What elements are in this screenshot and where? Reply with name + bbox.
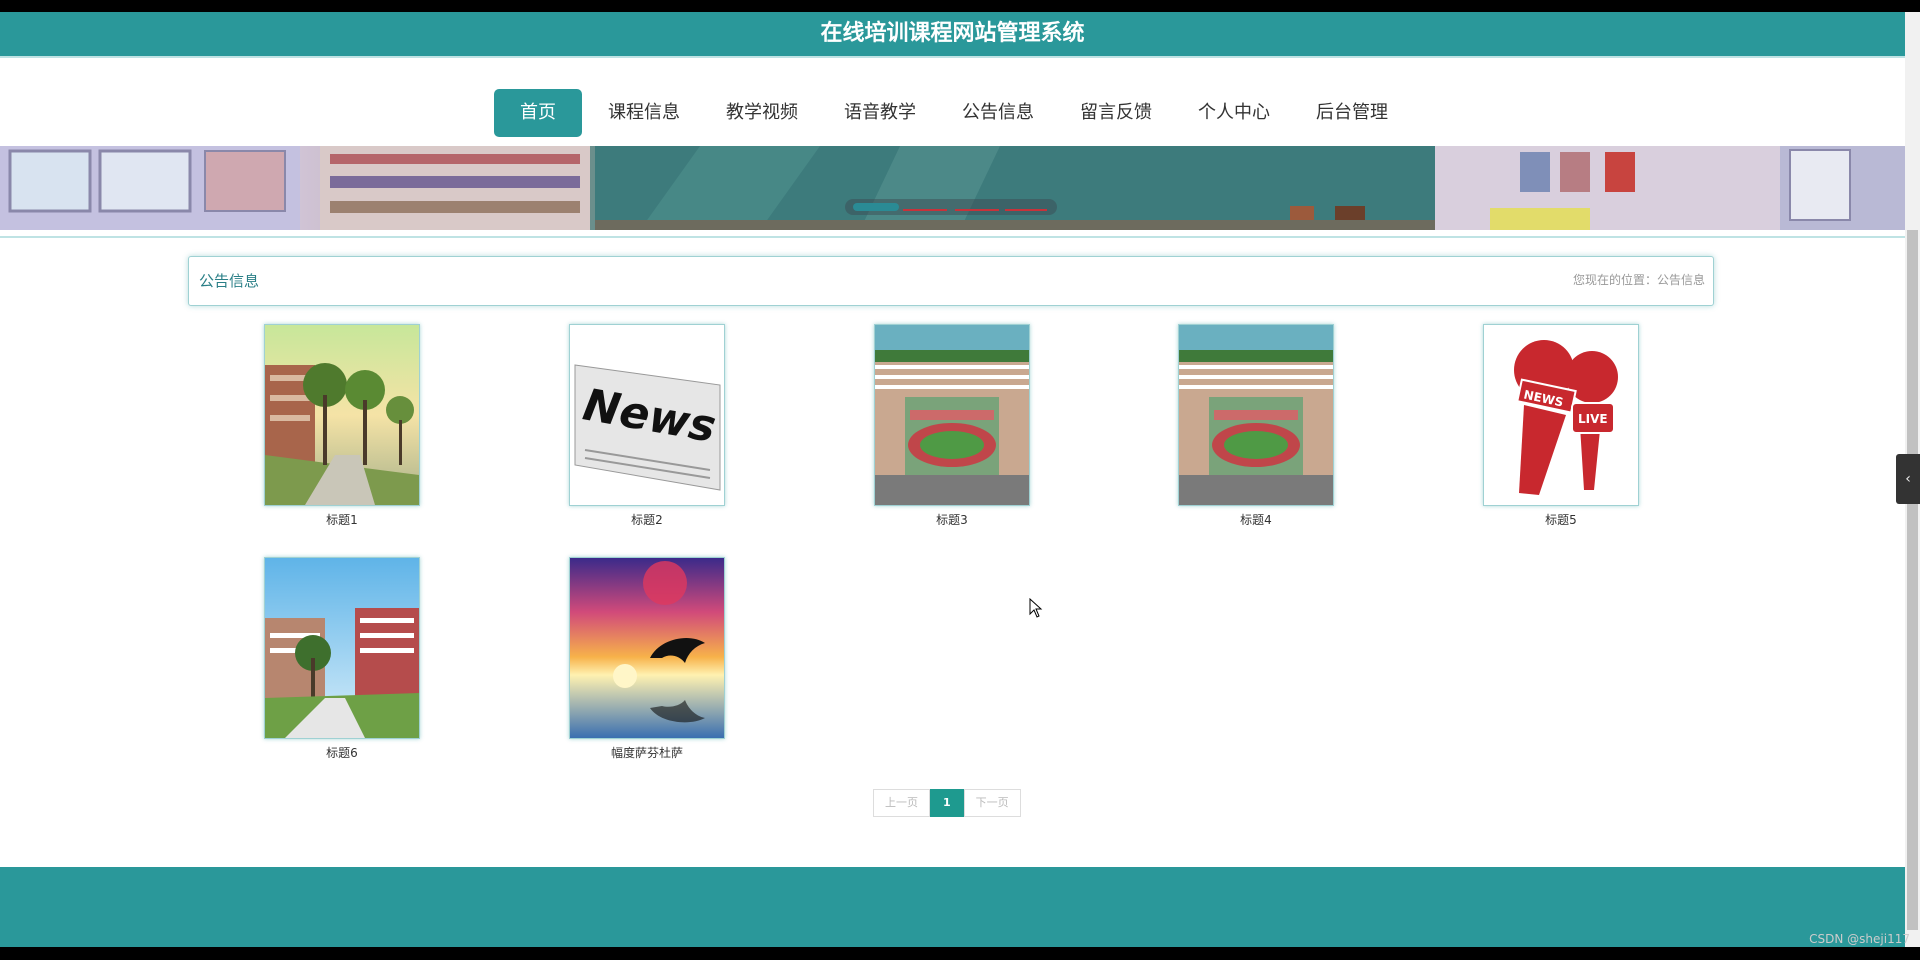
pagination: 上一页 1 下一页 [873,789,1021,817]
banner-carousel[interactable] [0,146,1905,230]
nav-item-audio[interactable]: 语音教学 [821,89,939,137]
newspaper-image: News [570,325,724,505]
nav-item-home[interactable]: 首页 [494,89,582,137]
carousel-dot-2[interactable] [903,209,947,211]
announcement-card[interactable]: 标题4 [1178,324,1334,528]
nav-item-courses[interactable]: 课程信息 [585,89,703,137]
nav-item-admin[interactable]: 后台管理 [1293,89,1411,137]
campus-aerial-image [875,325,1029,505]
current-page-button[interactable]: 1 [930,789,964,817]
park-trees-image [265,325,419,505]
section-header: 公告信息 您现在的位置：公告信息 [188,256,1714,306]
announcement-card[interactable]: 标题3 [874,324,1030,528]
taskbar-strip [0,947,1920,960]
carousel-indicators [845,199,1057,215]
nav-item-profile[interactable]: 个人中心 [1175,89,1293,137]
card-caption[interactable]: 标题4 [1178,511,1334,528]
svg-text:LIVE: LIVE [1578,412,1608,426]
card-thumbnail[interactable] [1178,324,1334,506]
carousel-dot-1[interactable] [853,203,899,211]
page-viewport: 在线培训课程网站管理系统 首页 课程信息 教学视频 语音教学 公告信息 留言反馈… [0,12,1905,947]
carousel-dot-4[interactable] [1005,209,1047,211]
card-thumbnail[interactable] [264,557,420,739]
watermark: CSDN @sheji117 [1809,932,1910,946]
breadcrumb: 您现在的位置：公告信息 [1572,273,1705,287]
announcement-card[interactable]: 幅度萨芬杜萨 [569,557,725,761]
campus-aerial-image [1179,325,1333,505]
card-thumbnail[interactable] [874,324,1030,506]
card-thumbnail[interactable]: NEWS LIVE [1483,324,1639,506]
card-caption[interactable]: 标题2 [569,511,725,528]
section-title: 公告信息 [199,272,260,290]
announcement-card[interactable]: NEWS LIVE 标题5 [1483,324,1639,528]
nav-item-announcements[interactable]: 公告信息 [939,89,1057,137]
nav-item-feedback[interactable]: 留言反馈 [1057,89,1175,137]
site-header: 在线培训课程网站管理系统 [0,12,1905,58]
nav-item-videos[interactable]: 教学视频 [703,89,821,137]
site-title: 在线培训课程网站管理系统 [820,21,1085,46]
card-thumbnail[interactable]: News [569,324,725,506]
card-caption[interactable]: 幅度萨芬杜萨 [569,744,725,761]
card-thumbnail[interactable] [264,324,420,506]
card-caption[interactable]: 标题6 [264,744,420,761]
banner-image [0,146,1905,230]
dolphin-sunset-image [570,558,724,738]
card-thumbnail[interactable] [569,557,725,739]
mouse-cursor-icon [1029,598,1043,618]
campus-buildings-image [265,558,419,738]
card-caption[interactable]: 标题3 [874,511,1030,528]
carousel-dot-3[interactable] [955,209,999,211]
announcement-card[interactable]: 标题6 [264,557,420,761]
main-nav: 首页 课程信息 教学视频 语音教学 公告信息 留言反馈 个人中心 后台管理 [0,58,1905,158]
nav-list: 首页 课程信息 教学视频 语音教学 公告信息 留言反馈 个人中心 后台管理 [494,89,1411,137]
banner-divider [0,236,1905,238]
card-caption[interactable]: 标题5 [1483,511,1639,528]
card-caption[interactable]: 标题1 [264,511,420,528]
announcement-card[interactable]: 标题1 [264,324,420,528]
chevron-left-icon[interactable]: ‹ [1896,454,1920,504]
next-page-button[interactable]: 下一页 [963,789,1021,817]
announcement-card[interactable]: News 标题2 [569,324,725,528]
scrollbar-thumb[interactable] [1907,230,1918,930]
live-microphone-image: NEWS LIVE [1484,325,1638,505]
site-footer [0,867,1905,947]
prev-page-button[interactable]: 上一页 [873,789,930,817]
